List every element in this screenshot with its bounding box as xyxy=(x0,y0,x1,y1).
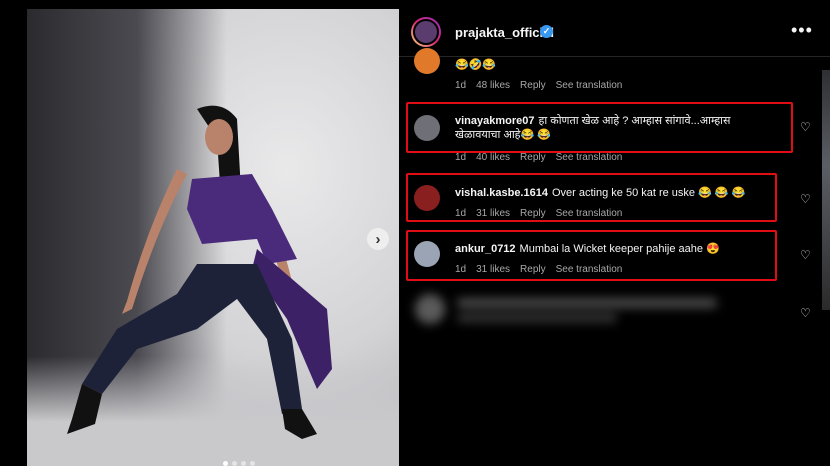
comment-item: vishal.kasbe.1614 Over acting ke 50 kat r… xyxy=(399,182,830,222)
comment-item: vinayakmore07 हा कोणता खेळ आहे ? आम्हास स… xyxy=(399,110,830,170)
next-photo-button[interactable]: › xyxy=(367,228,389,250)
comment-time: 1d xyxy=(455,264,467,275)
carousel-dot xyxy=(232,461,237,466)
reply-button[interactable]: Reply xyxy=(520,152,546,163)
heart-icon[interactable]: ♡ xyxy=(800,248,811,262)
more-options-icon[interactable]: ••• xyxy=(791,20,813,41)
carousel-dot xyxy=(250,461,255,466)
carousel-dot xyxy=(223,461,228,466)
avatar[interactable] xyxy=(411,17,441,47)
post-header: prajakta_official ✓ ••• xyxy=(399,8,830,57)
see-translation-link[interactable]: See translation xyxy=(556,264,623,275)
heart-icon[interactable]: ♡ xyxy=(800,192,811,206)
heart-icon[interactable]: ♡ xyxy=(800,306,811,320)
comment-item: ankur_0712 Mumbai la Wicket keeper pahije… xyxy=(399,240,830,280)
comment-likes[interactable]: 31 likes xyxy=(476,264,510,275)
comment-username[interactable]: vinayakmore07 xyxy=(455,115,535,127)
reply-button[interactable]: Reply xyxy=(520,80,546,91)
comment-likes[interactable]: 31 likes xyxy=(476,208,510,219)
avatar[interactable] xyxy=(414,185,440,211)
comment-username[interactable]: vishal.kasbe.1614 xyxy=(455,187,548,199)
comments-panel: prajakta_official ✓ ••• 😂🤣😂 1d 48 likes … xyxy=(399,0,830,466)
heart-icon[interactable]: ♡ xyxy=(800,120,811,134)
comment-likes[interactable]: 40 likes xyxy=(476,152,510,163)
see-translation-link[interactable]: See translation xyxy=(556,208,623,219)
comment-time: 1d xyxy=(455,152,467,163)
comment-body: vishal.kasbe.1614 Over acting ke 50 kat r… xyxy=(455,186,775,200)
carousel-dots xyxy=(223,461,255,466)
see-translation-link[interactable]: See translation xyxy=(556,152,623,163)
comment-text: Over acting ke 50 kat re uske 😂 😂 😂 xyxy=(551,187,746,199)
comment-username[interactable]: ankur_0712 xyxy=(455,243,516,255)
avatar[interactable] xyxy=(414,48,440,74)
woman-figure xyxy=(67,105,332,439)
comment-time: 1d xyxy=(455,208,467,219)
comment-body: vinayakmore07 हा कोणता खेळ आहे ? आम्हास स… xyxy=(455,114,755,142)
carousel-dot xyxy=(241,461,246,466)
comment-body: ankur_0712 Mumbai la Wicket keeper pahije… xyxy=(455,242,775,256)
avatar[interactable] xyxy=(414,115,440,141)
reply-button[interactable]: Reply xyxy=(520,208,546,219)
comment-likes[interactable]: 48 likes xyxy=(476,80,510,91)
comment-time: 1d xyxy=(455,80,467,91)
blurred-comment xyxy=(409,292,789,328)
comment-item: 😂🤣😂 1d 48 likes Reply See translation xyxy=(399,48,830,96)
chevron-right-icon: › xyxy=(375,230,381,248)
verified-badge-icon: ✓ xyxy=(540,25,553,38)
comment-text: Mumbai la Wicket keeper pahije aahe 😍 xyxy=(519,243,720,255)
post-photo xyxy=(27,9,399,466)
comment-text: 😂🤣😂 xyxy=(455,59,497,71)
reply-button[interactable]: Reply xyxy=(520,264,546,275)
background-strip xyxy=(822,70,830,310)
avatar[interactable] xyxy=(414,241,440,267)
see-translation-link[interactable]: See translation xyxy=(556,80,623,91)
